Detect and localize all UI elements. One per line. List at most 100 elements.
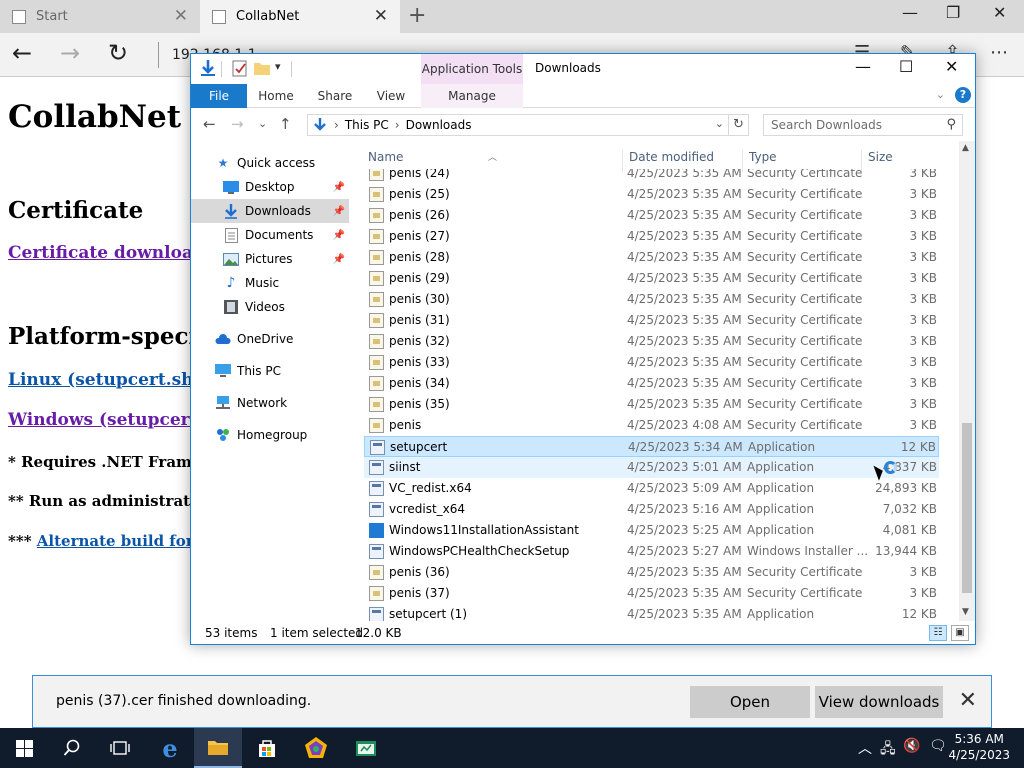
file-row[interactable]: vcredist_x64 4/25/2023 5:16 AM Application…: [364, 499, 939, 520]
chevron-down-icon[interactable]: ⌄: [715, 117, 724, 130]
store-icon[interactable]: [243, 728, 291, 768]
large-icons-view-icon[interactable]: ▣: [951, 625, 969, 641]
app-icon[interactable]: [292, 728, 340, 768]
address-bar[interactable]: › This PC › Downloads ⌄: [307, 114, 729, 136]
close-tab-icon[interactable]: ✕: [174, 6, 188, 26]
close-icon[interactable]: ✕: [993, 3, 1006, 22]
file-row[interactable]: WindowsPCHealthCheckSetup 4/25/2023 5:27 …: [364, 541, 939, 562]
search-icon[interactable]: [48, 728, 96, 768]
tab-collabnet[interactable]: CollabNet ✕: [200, 0, 400, 33]
nav-documents[interactable]: Documents 📌: [191, 223, 349, 247]
app-icon[interactable]: [342, 728, 390, 768]
back-icon[interactable]: ←: [203, 115, 216, 133]
close-icon[interactable]: ✕: [945, 57, 958, 76]
tab-view[interactable]: View: [371, 84, 411, 108]
volume-muted-icon[interactable]: 🔇: [903, 738, 920, 754]
download-arrow-icon[interactable]: [199, 59, 217, 77]
close-tab-icon[interactable]: ✕: [374, 6, 388, 26]
restore-icon[interactable]: ❐: [946, 3, 960, 22]
scrollbar-thumb[interactable]: [962, 423, 972, 593]
linux-link[interactable]: Linux (setupcert.sh): [8, 370, 202, 390]
file-row[interactable]: penis (29) 4/25/2023 5:35 AM Security Cert…: [364, 268, 939, 289]
open-button[interactable]: Open: [690, 686, 810, 718]
column-size[interactable]: Size: [868, 150, 893, 164]
scroll-down-icon[interactable]: ▼: [962, 607, 969, 617]
tab-manage[interactable]: Manage: [421, 84, 523, 108]
file-row[interactable]: VC_redist.x64 4/25/2023 5:09 AM Applicatio…: [364, 478, 939, 499]
file-row[interactable]: penis (24) 4/25/2023 5:35 AM Security Cert…: [364, 169, 939, 184]
view-downloads-button[interactable]: View downloads: [815, 686, 943, 718]
file-row[interactable]: Windows11InstallationAssistant 4/25/2023 …: [364, 520, 939, 541]
nav-downloads[interactable]: Downloads 📌: [191, 199, 349, 223]
file-row[interactable]: penis (27) 4/25/2023 5:35 AM Security Cert…: [364, 226, 939, 247]
up-icon[interactable]: ↑: [279, 115, 292, 133]
column-name[interactable]: Name: [368, 150, 403, 164]
chevron-up-icon[interactable]: ︿: [858, 738, 872, 758]
forward-icon[interactable]: →: [231, 115, 244, 133]
nav-pictures[interactable]: Pictures 📌: [191, 247, 349, 271]
action-center-icon[interactable]: 🗨: [929, 738, 947, 754]
file-row[interactable]: penis (28) 4/25/2023 5:35 AM Security Cert…: [364, 247, 939, 268]
nav-videos[interactable]: Videos: [191, 295, 349, 319]
edge-icon[interactable]: e: [146, 728, 194, 768]
start-button[interactable]: [0, 728, 48, 768]
recent-locations-icon[interactable]: ⌄: [258, 117, 267, 130]
vertical-scrollbar[interactable]: ▲ ▼: [959, 141, 975, 621]
task-view-icon[interactable]: [96, 728, 144, 768]
pin-icon[interactable]: 📌: [333, 182, 345, 193]
column-date-modified[interactable]: Date modified: [629, 150, 714, 164]
tab-share[interactable]: Share: [313, 84, 357, 108]
tab-start[interactable]: Start ✕: [0, 0, 200, 33]
file-row[interactable]: penis (31) 4/25/2023 5:35 AM Security Cert…: [364, 310, 939, 331]
file-row[interactable]: penis (35) 4/25/2023 5:35 AM Security Cert…: [364, 394, 939, 415]
search-input[interactable]: Search Downloads ⚲: [763, 114, 963, 136]
system-clock[interactable]: 5:36 AM 4/25/2023: [948, 731, 1010, 763]
refresh-icon[interactable]: ↻: [729, 114, 749, 136]
column-type[interactable]: Type: [749, 150, 777, 164]
expand-ribbon-icon[interactable]: ⌄: [936, 88, 945, 101]
refresh-icon[interactable]: ↻: [108, 39, 128, 67]
qat-dropdown-icon[interactable]: ▾: [275, 60, 281, 73]
nav-desktop[interactable]: Desktop 📌: [191, 175, 349, 199]
minimize-icon[interactable]: —: [902, 3, 918, 22]
file-row[interactable]: setupcert 4/25/2023 5:34 AM Application 12 …: [364, 436, 939, 457]
minimize-icon[interactable]: —: [855, 57, 871, 76]
forward-icon[interactable]: →: [60, 39, 80, 67]
breadcrumb-this-pc[interactable]: This PC: [345, 118, 389, 132]
maximize-icon[interactable]: ☐: [899, 57, 913, 76]
nav-onedrive[interactable]: OneDrive: [191, 327, 349, 351]
tab-file[interactable]: File: [191, 84, 247, 108]
nav-homegroup[interactable]: Homegroup: [191, 423, 349, 447]
file-row[interactable]: siinst 4/25/2023 5:01 AM Application 4,837 …: [364, 457, 939, 478]
new-folder-icon[interactable]: [253, 59, 271, 77]
help-icon[interactable]: ?: [955, 87, 971, 103]
nav-this-pc[interactable]: This PC: [191, 359, 349, 383]
back-icon[interactable]: ←: [12, 39, 32, 67]
new-tab-icon[interactable]: +: [408, 3, 426, 28]
file-explorer-icon[interactable]: [194, 728, 242, 768]
file-row[interactable]: penis (32) 4/25/2023 5:35 AM Security Cert…: [364, 331, 939, 352]
file-row[interactable]: penis (30) 4/25/2023 5:35 AM Security Cert…: [364, 289, 939, 310]
pin-icon[interactable]: 📌: [333, 206, 345, 217]
file-row[interactable]: penis 4/25/2023 4:08 AM Security Certifica…: [364, 415, 939, 436]
file-row[interactable]: penis (37) 4/25/2023 5:35 AM Security Cert…: [364, 583, 939, 604]
pin-icon[interactable]: 📌: [333, 254, 345, 265]
nav-quick-access[interactable]: ★ Quick access: [191, 151, 349, 175]
breadcrumb-downloads[interactable]: Downloads: [406, 118, 472, 132]
file-row[interactable]: penis (33) 4/25/2023 5:35 AM Security Cert…: [364, 352, 939, 373]
properties-icon[interactable]: [231, 59, 249, 77]
file-row[interactable]: penis (25) 4/25/2023 5:35 AM Security Cert…: [364, 184, 939, 205]
file-row[interactable]: penis (36) 4/25/2023 5:35 AM Security Cert…: [364, 562, 939, 583]
scroll-up-icon[interactable]: ▲: [962, 143, 969, 153]
file-row[interactable]: setupcert (1) 4/25/2023 5:35 AM Applicatio…: [364, 604, 939, 621]
pin-icon[interactable]: 📌: [333, 230, 345, 241]
network-icon[interactable]: 🖧: [880, 738, 896, 762]
file-row[interactable]: penis (26) 4/25/2023 5:35 AM Security Cert…: [364, 205, 939, 226]
nav-music[interactable]: ♪ Music: [191, 271, 349, 295]
tab-home[interactable]: Home: [253, 84, 299, 108]
more-icon[interactable]: ⋯: [990, 42, 1008, 63]
file-row[interactable]: penis (34) 4/25/2023 5:35 AM Security Cert…: [364, 373, 939, 394]
details-view-icon[interactable]: ☷: [929, 625, 947, 641]
nav-network[interactable]: Network: [191, 391, 349, 415]
close-icon[interactable]: ✕: [959, 688, 977, 713]
